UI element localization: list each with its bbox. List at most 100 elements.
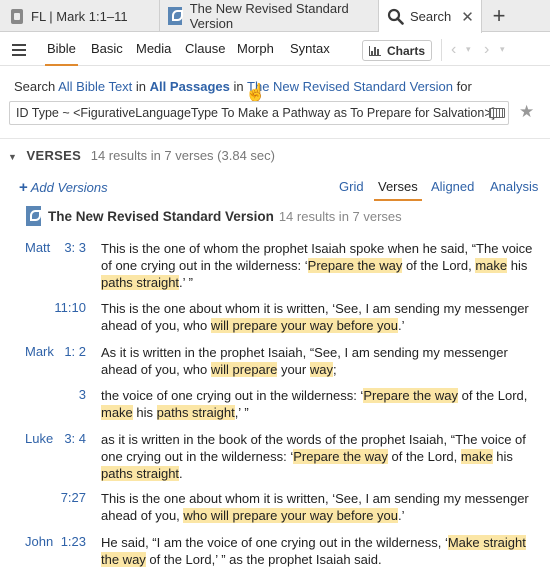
view-tab-verses[interactable]: Verses: [374, 179, 422, 201]
search-scope-line: Search All Bible Text in All Passages in…: [14, 79, 472, 94]
back-arrow-icon[interactable]: ‹: [451, 41, 456, 59]
chevron-down-icon[interactable]: ▾: [500, 44, 505, 55]
search-version-link[interactable]: The New Revised Standard Version: [247, 79, 453, 94]
hand-cursor-icon: ☝: [245, 83, 267, 102]
results-summary: 14 results in 7 verses (3.84 sec): [90, 148, 275, 163]
tab-strip: FL | Mark 1:1–11 The New Revised Standar…: [0, 0, 550, 33]
verse-text: As it is written in the prophet Isaiah, …: [101, 344, 541, 378]
tab-label: The New Revised Standard Version: [189, 1, 349, 31]
tab-bible[interactable]: Bible: [45, 41, 78, 66]
verse-reference-link[interactable]: 3: [79, 387, 86, 402]
search-hit-highlight[interactable]: Prepare the way: [293, 449, 388, 464]
search-hit-highlight[interactable]: Prepare the way: [307, 258, 403, 273]
verse-text: He said, “I am the voice of one crying o…: [101, 534, 541, 568]
verse-book-link[interactable]: Matt: [25, 240, 50, 255]
version-name[interactable]: The New Revised Standard Version: [48, 209, 274, 224]
nrsv-book-icon: [168, 7, 183, 25]
verse-text-segment: ;: [332, 362, 337, 377]
chevron-down-icon[interactable]: ▾: [466, 44, 471, 55]
close-icon[interactable]: ✕: [461, 8, 474, 26]
verse-reference-link[interactable]: 3: 3: [64, 240, 86, 255]
search-icon: [387, 8, 404, 25]
keyboard-icon[interactable]: [489, 108, 505, 118]
version-header: The New Revised Standard Version 14 resu…: [26, 206, 402, 226]
forward-arrow-icon[interactable]: ›: [484, 41, 489, 59]
search-hit-highlight[interactable]: way: [309, 362, 333, 377]
tab-label: Search: [410, 9, 452, 24]
verse-text-segment: his: [132, 405, 157, 420]
verse-text-segment: the voice of one crying out in the wilde…: [101, 388, 364, 403]
verses-section-header[interactable]: ▼ VERSES 14 results in 7 verses (3.84 se…: [8, 148, 275, 163]
verse-reference-link[interactable]: 1:23: [61, 534, 86, 549]
search-hit-highlight[interactable]: will prepare: [210, 362, 278, 377]
verse-book-link[interactable]: John: [25, 534, 53, 549]
add-versions-label: Add Versions: [30, 180, 108, 195]
search-for-word: for: [456, 79, 472, 94]
nrsv-book-icon: [26, 206, 41, 226]
tab-morph[interactable]: Morph: [237, 41, 274, 56]
tab-clause[interactable]: Clause: [185, 41, 225, 56]
tab-search[interactable]: Search ✕: [379, 0, 482, 33]
search-hit-highlight[interactable]: make: [460, 449, 493, 464]
search-hit-highlight[interactable]: will prepare your way before you: [210, 318, 399, 333]
search-toolbar: Bible Basic Media Clause Morph Syntax Ch…: [0, 33, 550, 66]
search-in-word: in: [135, 79, 147, 94]
collapse-caret-icon[interactable]: ▼: [8, 152, 17, 162]
verse-text-segment: .’ ”: [179, 275, 194, 290]
verse-book-link[interactable]: Luke: [25, 431, 53, 446]
verse-text-segment: his: [492, 449, 513, 464]
verse-text: This is the one about whom it is written…: [101, 490, 541, 524]
view-tab-aligned[interactable]: Aligned: [431, 179, 474, 194]
view-tab-analysis[interactable]: Analysis: [490, 179, 538, 194]
search-scope-link[interactable]: All Bible Text: [58, 79, 132, 94]
charts-label: Charts: [386, 43, 425, 58]
verse-text-segment: your: [277, 362, 310, 377]
add-versions-link[interactable]: + Add Versions: [19, 179, 108, 196]
tab-fl-mark[interactable]: FL | Mark 1:1–11: [0, 0, 160, 32]
verse-reference-link[interactable]: 3: 4: [64, 431, 86, 446]
verse-text-segment: .: [179, 466, 183, 481]
document-icon: [11, 8, 23, 24]
tab-syntax[interactable]: Syntax: [290, 41, 330, 56]
star-icon[interactable]: ★: [519, 102, 534, 122]
verse-text-segment: of the Lord,: [457, 388, 528, 403]
bar-chart-icon: [368, 45, 381, 56]
charts-button[interactable]: Charts: [362, 40, 432, 61]
verse-text-segment: .’: [398, 318, 405, 333]
search-hit-highlight[interactable]: make: [101, 405, 133, 420]
add-tab-button[interactable]: +: [482, 0, 516, 32]
verse-text-segment: of the Lord,: [402, 258, 476, 273]
verse-text-segment: his: [507, 258, 528, 273]
verse-reference-link[interactable]: 7:27: [61, 490, 86, 505]
search-passages-link[interactable]: All Passages: [150, 79, 230, 94]
version-meta: 14 results in 7 verses: [278, 208, 402, 224]
plus-icon: +: [19, 179, 28, 196]
verse-book-link[interactable]: Mark: [25, 344, 54, 359]
verse-text: the voice of one crying out in the wilde…: [101, 387, 541, 421]
verse-text-segment: .’: [398, 508, 405, 523]
search-hit-highlight[interactable]: Prepare the way: [363, 388, 458, 403]
verse-text-segment: of the Lord,’ ” as the prophet Isaiah sa…: [145, 552, 382, 567]
search-query-input[interactable]: ID Type ~ <FigurativeLanguageType To Mak…: [9, 101, 509, 125]
search-hit-highlight[interactable]: make: [475, 258, 508, 273]
verse-reference-link[interactable]: 11:10: [54, 300, 86, 315]
tab-media[interactable]: Media: [136, 41, 171, 56]
view-tab-grid[interactable]: Grid: [339, 179, 364, 194]
verse-reference-link[interactable]: 1: 2: [64, 344, 86, 359]
verse-text: This is the one of whom the prophet Isai…: [101, 240, 541, 291]
verses-title: VERSES: [26, 148, 82, 163]
search-hit-highlight[interactable]: who will prepare your way before you: [183, 508, 399, 523]
search-in-word: in: [233, 79, 244, 94]
search-hit-highlight[interactable]: paths straight: [101, 275, 180, 290]
tab-nrsv[interactable]: The New Revised Standard Version: [160, 0, 379, 32]
tab-label: FL | Mark 1:1–11: [31, 8, 128, 24]
verse-text: This is the one about whom it is written…: [101, 300, 541, 334]
toolbar-divider: [441, 39, 442, 61]
verse-text-segment: He said, “I am the voice of one crying o…: [101, 535, 448, 550]
hamburger-menu-icon[interactable]: [12, 44, 26, 56]
verse-text-segment: of the Lord,: [387, 449, 461, 464]
search-hit-highlight[interactable]: paths straight: [101, 466, 180, 481]
search-hit-highlight[interactable]: paths straight: [156, 405, 235, 420]
tab-basic[interactable]: Basic: [91, 41, 123, 56]
search-prefix: Search: [14, 79, 56, 94]
